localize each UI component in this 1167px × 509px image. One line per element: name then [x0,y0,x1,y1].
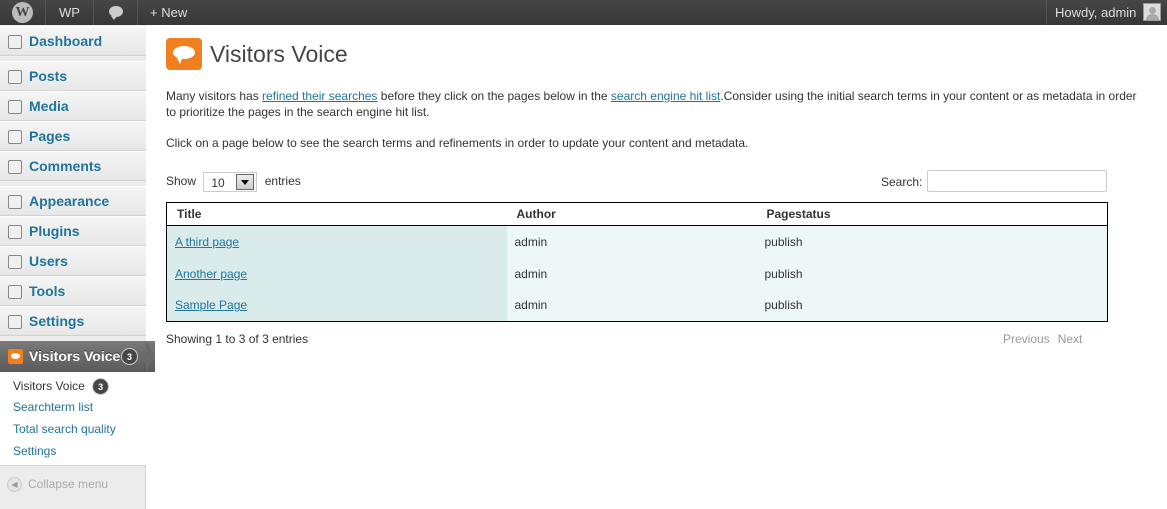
media-icon [8,100,22,114]
account-menu[interactable]: Howdy, admin [1046,0,1141,25]
sidebar-item-appearance[interactable]: Appearance [0,186,146,216]
pagination: Previous Next [1003,332,1090,346]
visitors-voice-icon [166,38,202,70]
avatar-icon[interactable] [1143,3,1161,21]
collapse-arrow-icon: ◀ [7,477,22,493]
show-label: Show [166,174,197,188]
status-cell: publish [756,225,1108,258]
sidebar-item-label: Tools [29,283,66,299]
table-row: Another page admin publish [166,257,1108,290]
table-row: A third page admin publish [166,225,1108,258]
title-cell: Another page [166,257,507,290]
entries-select-value: 10 [211,175,225,190]
column-header-title[interactable]: Title [166,202,507,226]
intro-text: Many visitors has refined their searches… [166,88,1146,120]
sidebar-item-visitors-voice[interactable]: Visitors Voice 3 [0,341,155,372]
sidebar-item-tools[interactable]: Tools [0,276,146,306]
column-header-pagestatus[interactable]: Pagestatus [756,202,1108,226]
sidebar-item-label: Users [29,253,68,269]
users-icon [8,255,22,269]
pin-icon [8,70,22,84]
pages-icon [8,130,22,144]
collapse-menu-label: Collapse menu [28,477,109,491]
sidebar-item-label: Visitors Voice [29,348,121,364]
page-title-link[interactable]: Another page [175,267,247,281]
table-info: Showing 1 to 3 of 3 entries [166,332,309,346]
sidebar-item-settings[interactable]: Settings [0,306,146,336]
next-button[interactable]: Next [1058,332,1083,346]
submenu-item-settings[interactable]: Settings [13,444,56,458]
count-badge: 3 [92,378,110,395]
submenu-item-searchterm-list[interactable]: Searchterm list [13,400,93,414]
admin-sidebar: Dashboard Posts Media Pages Comments App… [0,25,155,509]
previous-button[interactable]: Previous [1003,332,1050,346]
sidebar-item-label: Posts [29,68,68,84]
author-cell: admin [506,289,757,322]
intro-text-part: before they click on the pages below in … [377,89,611,103]
submenu-item-visitors-voice[interactable]: Visitors Voice 3 [13,378,110,395]
pages-table: Title Author Pagestatus A third page adm… [166,202,1108,322]
tools-icon [8,285,22,299]
speech-bubble-icon [8,349,23,364]
plugin-icon [8,225,22,239]
sidebar-item-label: Pages [29,128,71,144]
sidebar-item-label: Settings [29,313,85,329]
sidebar-item-label: Appearance [29,193,110,209]
comments-button[interactable] [94,0,138,25]
comment-icon [8,160,22,174]
site-name-link[interactable]: WP [46,0,94,25]
intro-text-secondary: Click on a page below to see the search … [166,136,749,150]
admin-bar: W WP + New Howdy, admin [0,0,1167,25]
wp-logo-button[interactable]: W [0,0,46,25]
status-cell: publish [756,289,1108,322]
page-title-link[interactable]: Sample Page [175,298,247,312]
intro-text-part: Many visitors has [166,89,263,103]
search-label: Search: [881,175,923,189]
submenu-item-total-search-quality[interactable]: Total search quality [13,422,116,436]
table-header-row: Title Author Pagestatus [166,202,1108,226]
new-content-button[interactable]: + New [150,0,220,25]
hit-list-link[interactable]: search engine hit list [611,89,720,103]
sidebar-item-plugins[interactable]: Plugins [0,216,146,246]
sidebar-item-posts[interactable]: Posts [0,61,146,91]
sidebar-item-media[interactable]: Media [0,91,146,121]
sidebar-item-label: Dashboard [29,33,103,49]
search-input[interactable] [927,170,1107,192]
sidebar-item-label: Plugins [29,223,80,239]
column-header-author[interactable]: Author [506,202,757,226]
settings-icon [8,315,22,329]
sidebar-item-pages[interactable]: Pages [0,121,146,151]
author-cell: admin [506,257,757,290]
status-cell: publish [756,257,1108,290]
table-row: Sample Page admin publish [166,289,1108,322]
page-title-link[interactable]: A third page [175,235,239,249]
title-cell: A third page [166,225,507,258]
dashboard-icon [8,35,22,49]
sidebar-item-comments[interactable]: Comments [0,151,146,181]
entries-length-control: Show 10 entries [166,171,301,192]
sidebar-item-label: Media [29,98,69,114]
title-cell: Sample Page [166,289,507,322]
appearance-icon [8,195,22,209]
comment-bubble-icon [109,6,123,20]
sidebar-item-users[interactable]: Users [0,246,146,276]
entries-label: entries [264,174,301,188]
wordpress-logo-icon: W [12,2,33,23]
page-title: Visitors Voice [210,41,348,67]
sidebar-submenu: Visitors Voice 3 Searchterm list Total s… [0,372,146,466]
author-cell: admin [506,225,757,258]
count-badge: 3 [121,348,138,365]
sidebar-item-dashboard[interactable]: Dashboard [0,26,146,56]
submenu-item-label: Visitors Voice [13,379,85,393]
sidebar-item-label: Comments [29,158,102,174]
chevron-down-icon[interactable] [236,173,255,190]
refined-searches-link[interactable]: refined their searches [262,89,377,103]
collapse-menu-button[interactable]: ◀ Collapse menu [7,477,109,493]
entries-select[interactable]: 10 [203,171,258,192]
